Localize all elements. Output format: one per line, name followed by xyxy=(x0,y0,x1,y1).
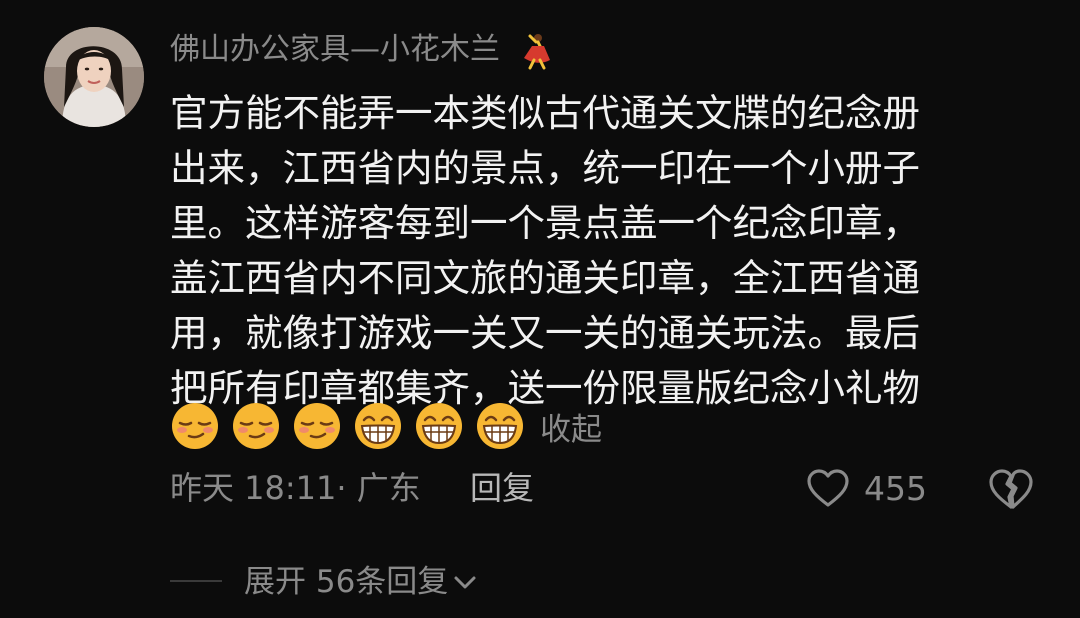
like-button[interactable]: 455 xyxy=(806,466,927,510)
broken-heart-icon[interactable] xyxy=(988,468,1034,510)
grin-icon xyxy=(355,403,401,449)
username[interactable]: 佛山办公家具—小花木兰 xyxy=(170,30,500,70)
reply-button[interactable]: 回复 xyxy=(470,466,534,510)
emoji-row: 收起 xyxy=(170,400,602,452)
smirk-icon xyxy=(172,403,218,449)
collapse-button[interactable]: 收起 xyxy=(540,404,602,449)
smirk-icon xyxy=(233,403,279,449)
smirk-icon xyxy=(294,403,340,449)
comment-meta: 昨天 18:11· 广东 xyxy=(170,469,421,507)
comment-author[interactable]: 佛山办公家具—小花木兰 xyxy=(170,30,556,70)
expand-replies-label[interactable]: 展开 56条回复 xyxy=(244,560,448,604)
avatar-photo xyxy=(44,27,144,127)
dancer-icon xyxy=(524,34,550,70)
chevron-down-icon xyxy=(454,576,476,589)
comment-text: 官方能不能弄一本类似古代通关文牒的纪念册 出来，江西省内的景点，统一印在一个小册… xyxy=(170,91,920,410)
grin-icon xyxy=(477,403,523,449)
divider xyxy=(170,580,222,582)
like-count: 455 xyxy=(864,468,927,508)
expand-replies-button[interactable]: 展开 56条回复 xyxy=(244,560,478,604)
avatar[interactable] xyxy=(44,27,144,127)
heart-icon[interactable] xyxy=(806,468,850,508)
grin-icon xyxy=(416,403,462,449)
